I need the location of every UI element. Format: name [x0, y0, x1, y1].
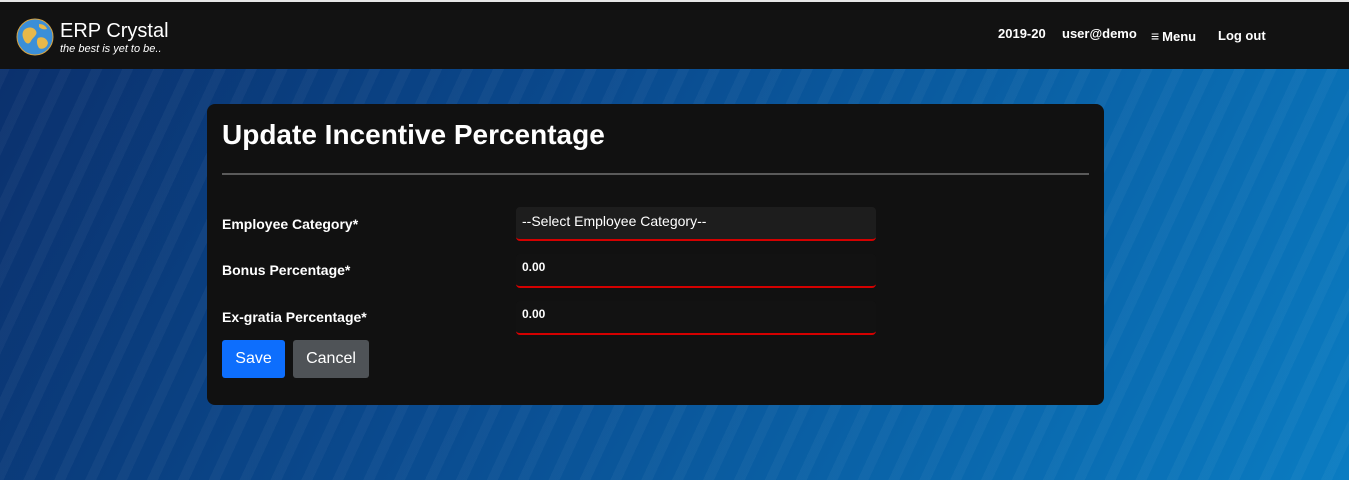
- menu-button[interactable]: ≡ Menu: [1151, 28, 1196, 45]
- exgratia-percentage-label: Ex-gratia Percentage*: [222, 309, 367, 325]
- incentive-form-card: Update Incentive Percentage Employee Cat…: [207, 104, 1104, 405]
- menu-label: Menu: [1162, 29, 1197, 44]
- title-divider: [222, 173, 1089, 175]
- user-account[interactable]: user@demo: [1062, 26, 1137, 42]
- hamburger-icon: ≡: [1151, 28, 1160, 44]
- brand-title[interactable]: ERP Crystal: [60, 20, 169, 42]
- page-title: Update Incentive Percentage: [222, 119, 605, 150]
- save-button[interactable]: Save: [222, 340, 285, 378]
- cancel-button[interactable]: Cancel: [293, 340, 369, 378]
- bonus-percentage-label: Bonus Percentage*: [222, 262, 351, 278]
- globe-icon[interactable]: [16, 18, 54, 56]
- bonus-percentage-input[interactable]: [516, 254, 876, 288]
- top-navbar: ERP Crystal the best is yet to be.. 2019…: [0, 0, 1349, 69]
- employee-category-label: Employee Category*: [222, 216, 359, 232]
- logout-link[interactable]: Log out: [1218, 28, 1266, 44]
- financial-year[interactable]: 2019-20: [998, 26, 1046, 42]
- exgratia-percentage-input[interactable]: [516, 301, 876, 335]
- employee-category-select[interactable]: --Select Employee Category--: [516, 207, 876, 241]
- brand-tagline: the best is yet to be..: [60, 43, 162, 55]
